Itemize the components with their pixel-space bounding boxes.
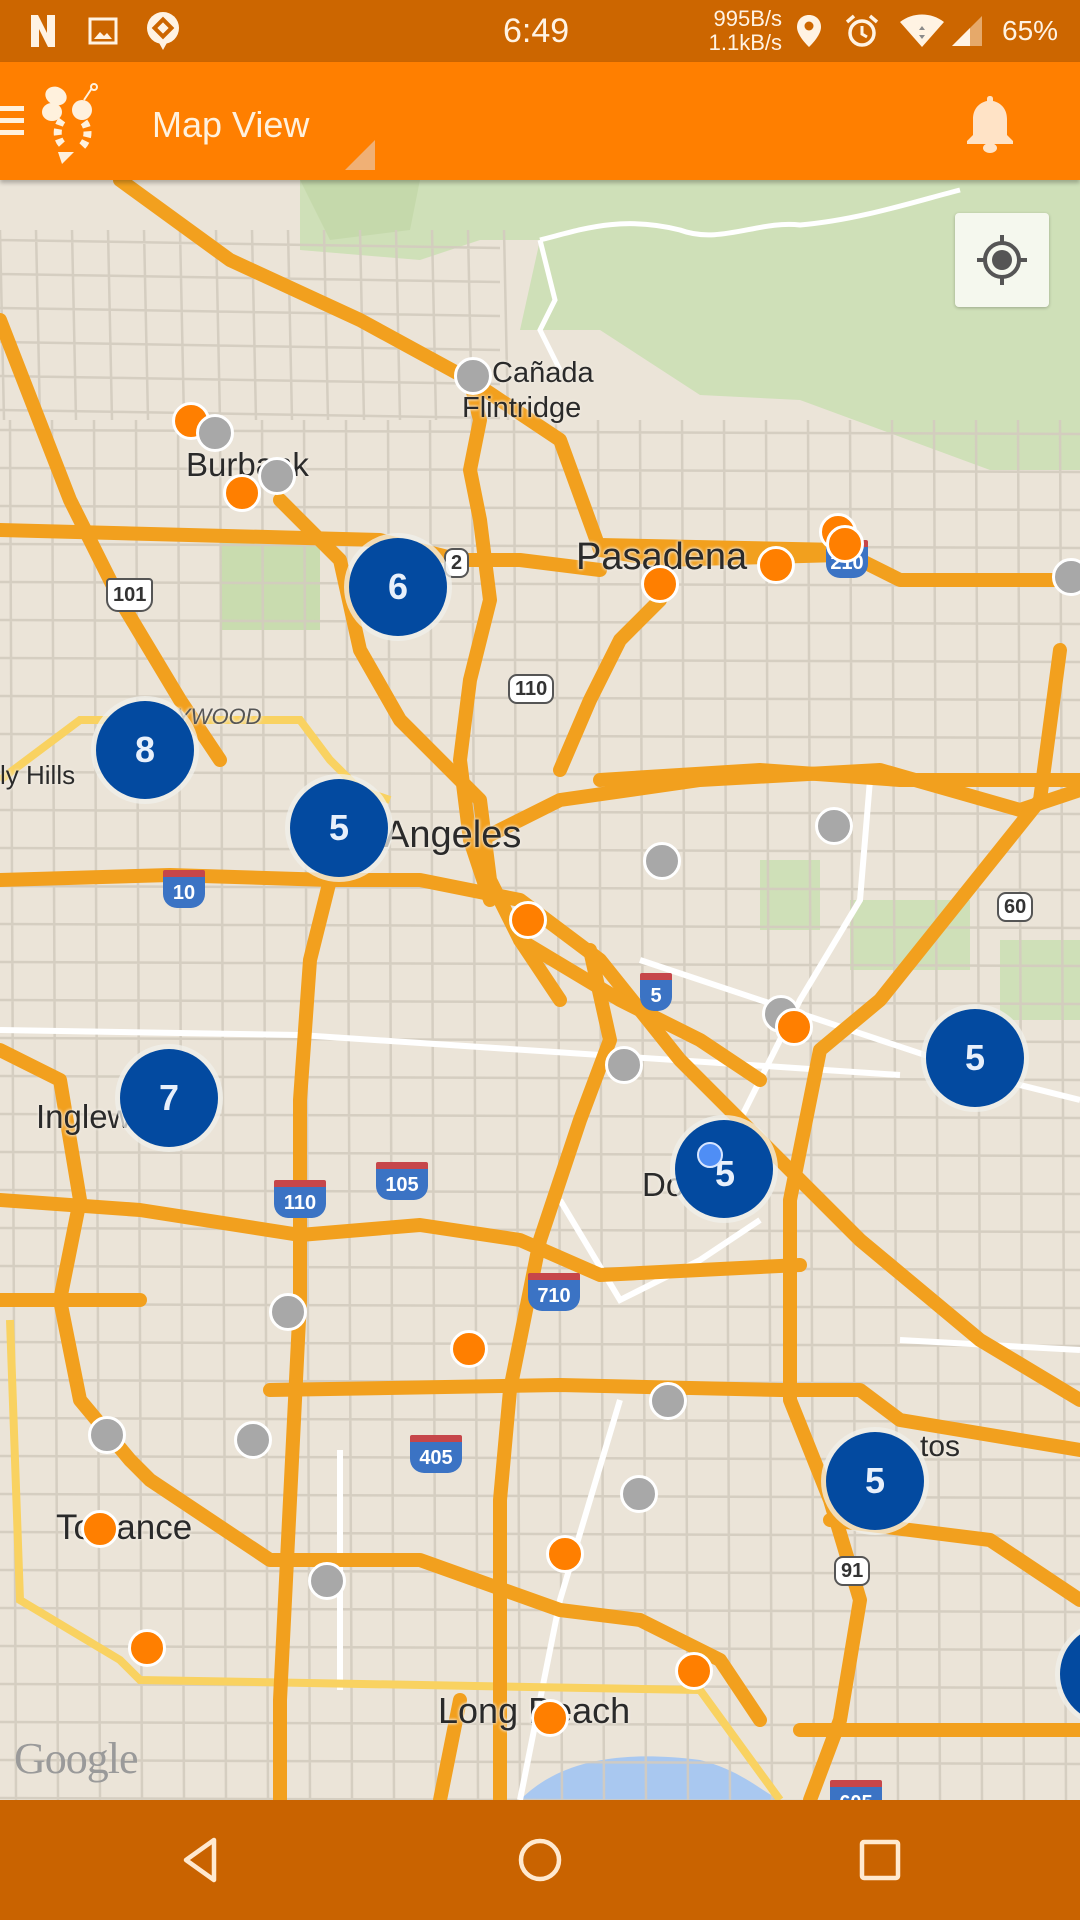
map-marker-inactive[interactable] bbox=[88, 1416, 126, 1454]
map-marker-active[interactable] bbox=[826, 525, 864, 563]
marker-cluster[interactable]: 8 bbox=[96, 701, 194, 799]
map-marker-active[interactable] bbox=[450, 1330, 488, 1368]
location-app-icon bbox=[144, 0, 182, 62]
map-marker-active[interactable] bbox=[775, 1008, 813, 1046]
place-label-los-angeles: Angeles bbox=[384, 814, 522, 856]
home-icon[interactable] bbox=[516, 1836, 564, 1884]
alarm-icon bbox=[844, 0, 880, 62]
n-app-icon bbox=[30, 0, 56, 62]
map-marker-inactive[interactable] bbox=[605, 1046, 643, 1084]
marker-cluster[interactable]: 5 bbox=[926, 1009, 1024, 1107]
street-grid bbox=[0, 229, 1080, 1800]
map-marker-inactive[interactable] bbox=[234, 1421, 272, 1459]
location-icon bbox=[796, 0, 822, 62]
bell-icon[interactable] bbox=[962, 94, 1018, 154]
map-marker-inactive[interactable] bbox=[196, 414, 234, 452]
map-marker-active[interactable] bbox=[223, 474, 261, 512]
marker-cluster[interactable]: 5 bbox=[675, 1120, 773, 1218]
download-speed: 1.1kB/s bbox=[708, 30, 782, 55]
network-speed: 995B/s 1.1kB/s bbox=[692, 0, 782, 62]
marker-cluster[interactable]: 6 bbox=[349, 538, 447, 636]
back-icon[interactable] bbox=[176, 1836, 224, 1884]
marker-cluster[interactable]: 5 bbox=[826, 1432, 924, 1530]
highway-shield-110-interstate: 110 bbox=[274, 1180, 326, 1218]
marker-cluster[interactable]: 5 bbox=[290, 779, 388, 877]
map-marker-inactive[interactable] bbox=[308, 1562, 346, 1600]
place-label-torrance: Torrance bbox=[56, 1508, 193, 1547]
system-nav-bar bbox=[0, 1800, 1080, 1920]
app-bar: Map View bbox=[0, 62, 1080, 180]
status-bar: 6:49 995B/s 1.1kB/s 65% bbox=[0, 0, 1080, 62]
highway-shield-101: 101 bbox=[106, 578, 154, 612]
map-marker-active[interactable] bbox=[509, 901, 547, 939]
highway-shield-2: 2 bbox=[444, 548, 470, 578]
place-label-la-canada: Cañada bbox=[492, 357, 594, 389]
my-location-button[interactable] bbox=[955, 213, 1049, 307]
map-marker-active[interactable] bbox=[546, 1535, 584, 1573]
highway-shield-605: 605 bbox=[830, 1780, 882, 1800]
highway-shield-10: 10 bbox=[163, 870, 205, 908]
place-label-cerritos: tos bbox=[920, 1430, 961, 1463]
hamburger-menu-icon[interactable] bbox=[0, 102, 26, 140]
map-view[interactable]: Cañada Flintridge Burbank Pasadena YWOOD… bbox=[0, 180, 1080, 1800]
map-marker-active[interactable] bbox=[757, 546, 795, 584]
dropdown-corner-icon[interactable] bbox=[345, 140, 375, 170]
highway-shield-5: 5 bbox=[640, 973, 672, 1011]
map-marker-inactive[interactable] bbox=[643, 842, 681, 880]
place-label-flintridge: Flintridge bbox=[462, 392, 582, 424]
highway-shield-710: 710 bbox=[528, 1273, 580, 1311]
current-location-dot bbox=[697, 1142, 723, 1168]
recents-icon[interactable] bbox=[856, 1836, 904, 1884]
map-marker-active[interactable] bbox=[675, 1652, 713, 1690]
map-marker-inactive[interactable] bbox=[649, 1382, 687, 1420]
place-label-hollywood: YWOOD bbox=[176, 704, 262, 729]
image-icon bbox=[88, 0, 118, 62]
clock: 6:49 bbox=[503, 11, 570, 50]
highway-shield-405: 405 bbox=[410, 1435, 462, 1473]
my-location-icon bbox=[977, 235, 1027, 285]
wifi-icon bbox=[898, 0, 946, 62]
map-marker-active[interactable] bbox=[128, 1629, 166, 1667]
page-title[interactable]: Map View bbox=[152, 62, 309, 180]
highway-shield-105: 105 bbox=[376, 1162, 428, 1200]
highway-shield-60: 60 bbox=[997, 892, 1034, 922]
highway-shield-110: 110 bbox=[508, 674, 555, 704]
bee-logo-icon bbox=[40, 82, 102, 164]
map-marker-inactive[interactable] bbox=[454, 357, 492, 395]
map-marker-inactive[interactable] bbox=[620, 1475, 658, 1513]
map-marker-active[interactable] bbox=[81, 1510, 119, 1548]
map-marker-active[interactable] bbox=[641, 565, 679, 603]
map-marker-active[interactable] bbox=[531, 1699, 569, 1737]
place-label-inglewood: Inglew bbox=[36, 1098, 132, 1135]
battery-percentage: 65% bbox=[1002, 15, 1059, 46]
signal-icon bbox=[950, 0, 984, 62]
map-marker-inactive[interactable] bbox=[269, 1293, 307, 1331]
map-marker-inactive[interactable] bbox=[815, 807, 853, 845]
place-label-beverly-hills: ly Hills bbox=[0, 760, 76, 790]
highway-shield-91: 91 bbox=[834, 1556, 871, 1586]
map-marker-inactive[interactable] bbox=[258, 457, 296, 495]
upload-speed: 995B/s bbox=[713, 6, 783, 31]
google-attribution-logo: Google bbox=[14, 1734, 139, 1783]
marker-cluster[interactable]: 7 bbox=[120, 1049, 218, 1147]
